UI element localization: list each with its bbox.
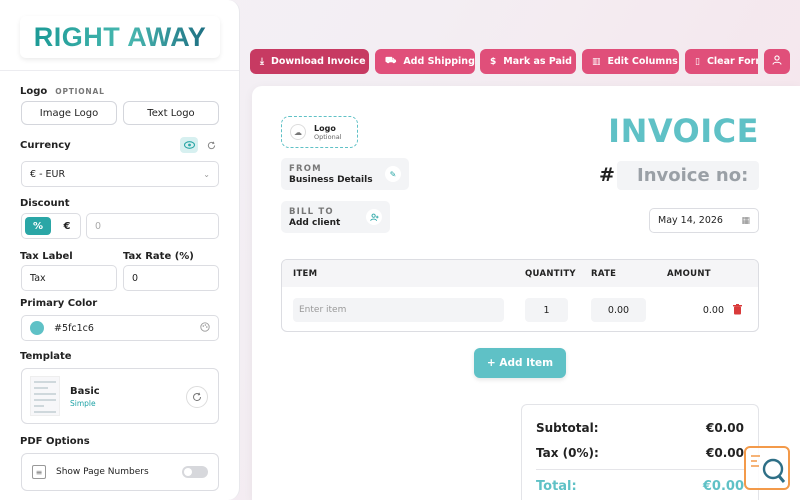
profile-button[interactable] xyxy=(764,49,790,74)
download-invoice-button[interactable]: ⤓ Download Invoice xyxy=(250,49,369,74)
header-item: ITEM xyxy=(293,269,318,279)
template-card[interactable]: Basic Simple xyxy=(21,368,219,424)
document-icon: ≡ xyxy=(32,465,46,479)
invoice-card: ☁ Logo Optional FROM Business Details ✎ … xyxy=(252,86,800,500)
quantity-input[interactable]: 1 xyxy=(525,298,568,322)
primary-color-label: Primary Color xyxy=(20,298,98,309)
truck-icon: ⛟ xyxy=(385,56,397,66)
add-shipping-button[interactable]: ⛟ Add Shipping xyxy=(375,49,475,74)
amount-value: 0.00 xyxy=(702,304,724,316)
subtotal-row: Subtotal: €0.00 xyxy=(536,421,744,435)
color-swatch[interactable] xyxy=(30,321,44,335)
pdf-options-label: PDF Options xyxy=(20,436,90,447)
discount-label: Discount xyxy=(20,198,70,209)
upload-cloud-icon: ☁ xyxy=(290,124,306,140)
page-numbers-option[interactable]: ≡ Show Page Numbers xyxy=(21,453,219,491)
page-numbers-toggle[interactable] xyxy=(182,466,208,478)
columns-icon: ▥ xyxy=(592,56,601,67)
image-logo-button[interactable]: Image Logo xyxy=(21,101,117,125)
logo-upload-subtitle: Optional xyxy=(314,132,342,141)
mark-as-paid-button[interactable]: $ Mark as Paid xyxy=(480,49,576,74)
rate-input[interactable]: 0.00 xyxy=(591,298,646,322)
item-input[interactable]: Enter item xyxy=(293,298,504,322)
settings-sidebar: RIGHT AWAY Logo OPTIONAL Image Logo Text … xyxy=(0,0,240,500)
total-row: Total: €0.00 xyxy=(536,479,744,494)
primary-color-input[interactable]: #5fc1c6 xyxy=(21,315,219,341)
invoice-title: INVOICE xyxy=(608,112,759,150)
currency-label: Currency xyxy=(20,140,71,151)
bill-to-section[interactable]: BILL TO Add client xyxy=(281,201,390,233)
discount-type-toggle[interactable]: % € xyxy=(21,213,81,239)
chevron-down-icon: ⌄ xyxy=(203,169,210,179)
discount-euro-option[interactable]: € xyxy=(54,214,80,238)
tax-label-input[interactable]: Tax xyxy=(21,265,117,291)
eye-icon[interactable] xyxy=(180,137,198,153)
totals-panel: Subtotal: €0.00 Tax (0%): €0.00 Total: €0.0… xyxy=(521,404,759,500)
from-section[interactable]: FROM Business Details ✎ xyxy=(281,158,409,190)
tax-label-caption: Tax Label xyxy=(20,251,73,262)
clear-form-button[interactable]: ▯Clear Form xyxy=(685,49,758,74)
tax-rate-caption: Tax Rate (%) xyxy=(123,251,194,262)
calendar-icon: ▦ xyxy=(741,215,750,226)
tax-row: Tax (0%): €0.00 xyxy=(536,446,744,460)
palette-icon[interactable] xyxy=(200,321,210,335)
file-icon: ▯ xyxy=(695,56,700,67)
download-icon: ⤓ xyxy=(260,56,264,67)
refresh-icon[interactable] xyxy=(204,137,218,153)
invoice-number-hash: # xyxy=(599,164,615,186)
from-value: Business Details xyxy=(289,175,373,185)
header-quantity: QUANTITY xyxy=(525,269,576,279)
totals-divider xyxy=(536,469,744,470)
template-label: Template xyxy=(20,351,72,362)
user-icon xyxy=(772,55,782,68)
change-template-icon[interactable] xyxy=(186,386,208,408)
text-logo-button[interactable]: Text Logo xyxy=(123,101,219,125)
table-row: Enter item 1 0.00 0.00 xyxy=(282,287,758,331)
header-amount: AMOUNT xyxy=(667,269,711,279)
invoice-logo-upload[interactable]: ☁ Logo Optional xyxy=(281,116,358,148)
template-name: Basic xyxy=(70,386,100,397)
discount-input[interactable]: 0 xyxy=(86,213,219,239)
sidebar-divider xyxy=(0,70,239,71)
currency-select[interactable]: € - EUR ⌄ xyxy=(21,161,219,187)
discount-percent-option[interactable]: % xyxy=(25,217,51,235)
brand-logo: RIGHT AWAY xyxy=(20,16,220,58)
add-client-icon[interactable] xyxy=(366,209,382,225)
template-subtitle: Simple xyxy=(70,399,96,408)
line-items-table: ITEM QUANTITY RATE AMOUNT Enter item 1 0… xyxy=(281,259,759,332)
page-numbers-label: Show Page Numbers xyxy=(56,467,149,477)
dollar-icon: $ xyxy=(490,56,497,67)
edit-columns-button[interactable]: ▥ Edit Columns xyxy=(582,49,679,74)
pencil-icon[interactable]: ✎ xyxy=(385,166,401,182)
table-header: ITEM QUANTITY RATE AMOUNT xyxy=(282,260,758,287)
template-thumbnail xyxy=(30,376,60,416)
trash-icon[interactable] xyxy=(733,304,742,315)
tax-rate-input[interactable]: 0 xyxy=(123,265,219,291)
logo-section-label: Logo OPTIONAL xyxy=(20,86,105,97)
logo-upload-title: Logo xyxy=(314,123,336,133)
search-assistant-icon[interactable] xyxy=(744,446,790,490)
add-item-button[interactable]: + Add Item xyxy=(474,348,566,378)
invoice-date-input[interactable]: May 14, 2026 ▦ xyxy=(649,208,759,233)
header-rate: RATE xyxy=(591,269,617,279)
invoice-number-input[interactable]: Invoice no: xyxy=(617,161,759,190)
